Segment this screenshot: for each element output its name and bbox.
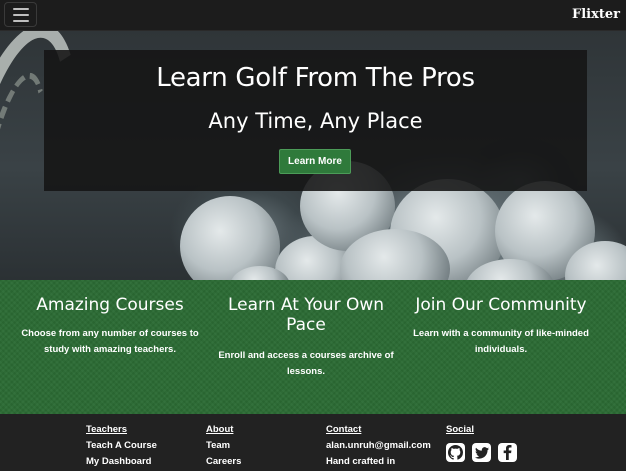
hero-subtitle: Any Time, Any Place <box>208 109 423 133</box>
footer-link-team[interactable]: Team <box>206 440 230 451</box>
features-section: Amazing Courses Choose from any number o… <box>0 280 626 414</box>
feature-text: Enroll and access a courses archive of l… <box>218 350 394 377</box>
footer-column-social: Social <box>446 422 517 462</box>
navbar: Flixter <box>0 0 626 31</box>
facebook-icon[interactable] <box>498 443 517 462</box>
footer-column-contact: Contact alan.unruh@gmail.com Hand crafte… <box>326 422 431 470</box>
footer-link-careers[interactable]: Careers <box>206 456 241 467</box>
footer-link-my-dashboard[interactable]: My Dashboard <box>86 456 151 467</box>
hamburger-menu-icon[interactable] <box>4 2 37 27</box>
footer-link-teachers[interactable]: Teachers <box>86 424 127 435</box>
footer-column-teachers: Teachers Teach A Course My Dashboard <box>86 422 157 470</box>
footer-crafted-text: Hand crafted in <box>326 456 396 467</box>
footer-link-contact[interactable]: Contact <box>326 424 361 435</box>
learn-more-button[interactable]: Learn More <box>279 149 351 174</box>
feature-card: Join Our Community Learn with a communit… <box>406 280 596 358</box>
feature-title: Learn At Your Own Pace <box>227 295 385 335</box>
hero-section: Learn Golf From The Pros Any Time, Any P… <box>0 31 626 280</box>
social-icons <box>446 443 517 462</box>
hamburger-bar <box>12 19 29 22</box>
hero-jumbotron: Learn Golf From The Pros Any Time, Any P… <box>44 50 587 191</box>
feature-card: Learn At Your Own Pace Enroll and access… <box>211 280 401 380</box>
feature-title: Join Our Community <box>415 295 587 315</box>
feature-text: Choose from any number of courses to stu… <box>21 328 199 355</box>
feature-text: Learn with a community of like-minded in… <box>413 328 589 355</box>
footer: Teachers Teach A Course My Dashboard Abo… <box>0 414 626 471</box>
footer-link-social[interactable]: Social <box>446 424 474 435</box>
footer-contact-email[interactable]: alan.unruh@gmail.com <box>326 440 431 451</box>
footer-link-teach-a-course[interactable]: Teach A Course <box>86 440 157 451</box>
feature-card: Amazing Courses Choose from any number o… <box>15 280 205 358</box>
hero-title: Learn Golf From The Pros <box>156 63 475 93</box>
hamburger-bar <box>12 7 29 10</box>
footer-column-about: About Team Careers <box>206 422 241 470</box>
footer-link-about[interactable]: About <box>206 424 233 435</box>
brand-link[interactable]: Flixter <box>572 7 620 22</box>
twitter-icon[interactable] <box>472 443 491 462</box>
hamburger-bar <box>12 13 29 16</box>
feature-title: Amazing Courses <box>36 295 184 315</box>
github-icon[interactable] <box>446 443 465 462</box>
